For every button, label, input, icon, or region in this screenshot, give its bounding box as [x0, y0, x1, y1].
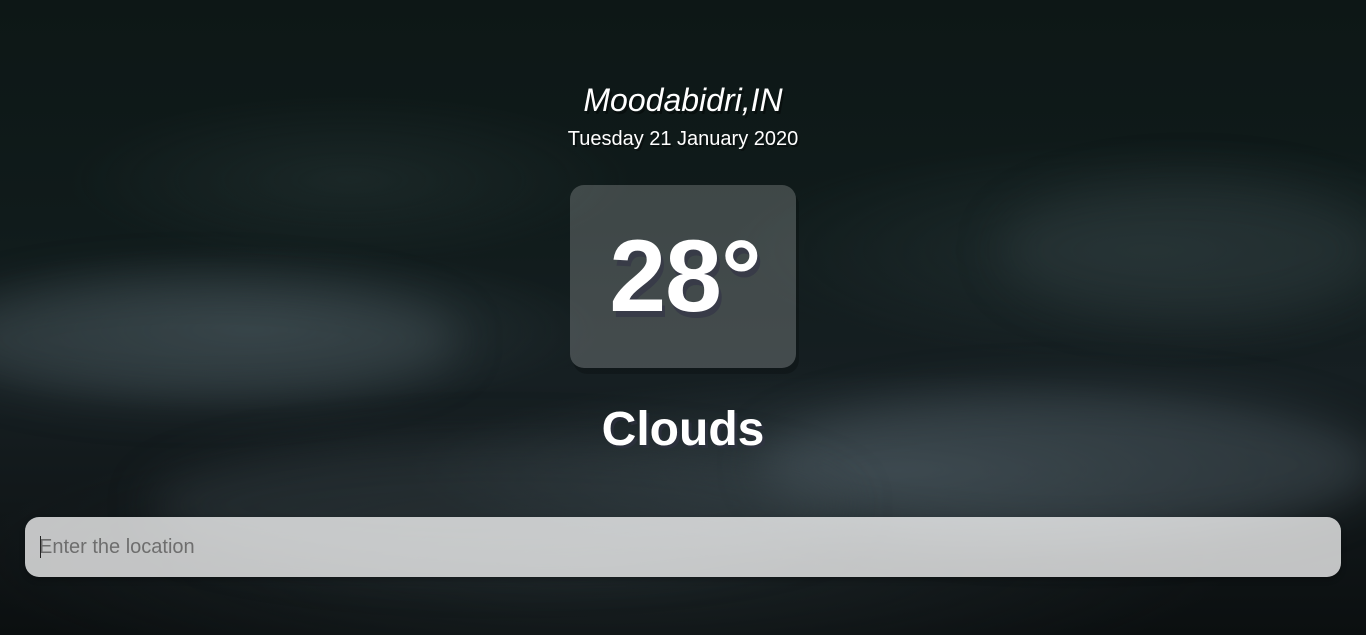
background-cloud [0, 280, 460, 400]
search-box [25, 517, 1341, 577]
location-title: Moodabidri,IN [583, 82, 783, 118]
background-cloud [1000, 180, 1366, 320]
weather-condition: Clouds [601, 403, 765, 456]
text-caret [40, 536, 41, 558]
current-date: Tuesday 21 January 2020 [567, 128, 799, 150]
temperature-value: 28° [609, 219, 761, 333]
temperature-card: 28° [570, 185, 796, 368]
location-search-input[interactable] [25, 517, 1341, 577]
